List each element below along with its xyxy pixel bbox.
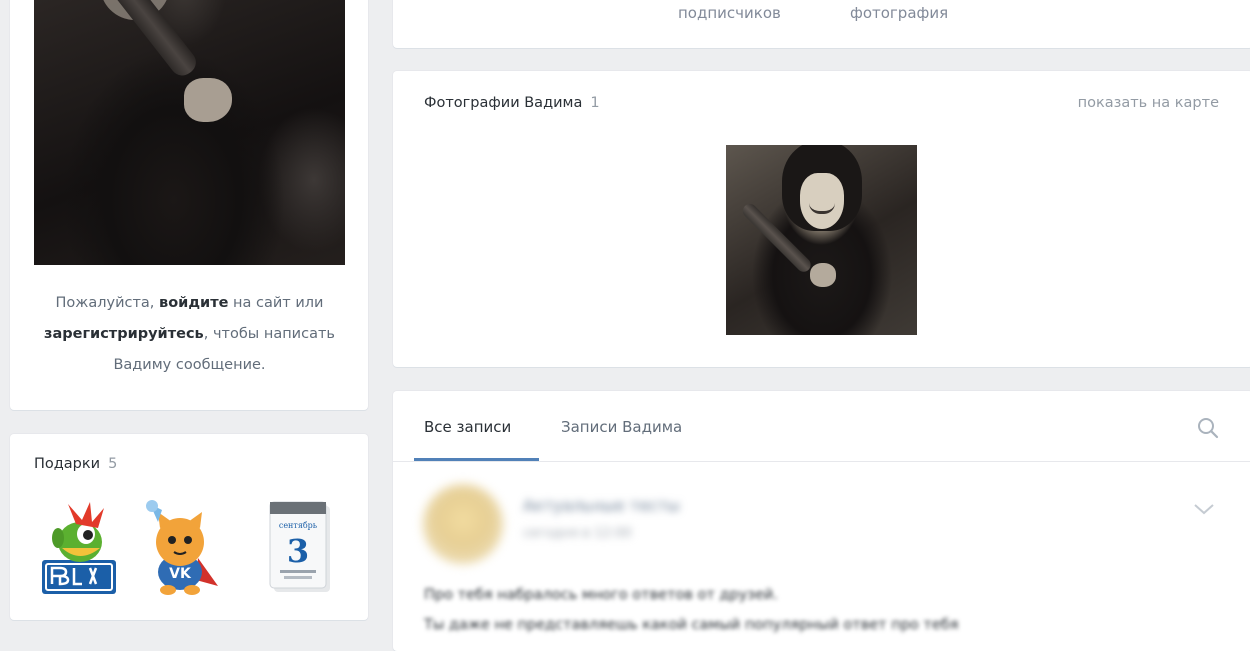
murloc-blizzcon-gift-icon[interactable] (38, 498, 120, 598)
register-link[interactable]: зарегистрируйтесь (44, 326, 204, 342)
followers-counter-label[interactable]: подписчиков (678, 4, 781, 22)
login-prompt-text: Пожалуйста, (55, 295, 160, 311)
gifts-header[interactable]: Подарки 5 (34, 456, 117, 472)
show-on-map-link[interactable]: показать на карте (1078, 95, 1219, 111)
photos-count: 1 (590, 95, 600, 111)
search-icon[interactable] (1197, 417, 1219, 439)
photos-header[interactable]: Фотографии Вадима 1 (424, 95, 600, 111)
tab-own-posts[interactable]: Записи Вадима (561, 418, 682, 436)
photo-thumbnail[interactable] (726, 145, 917, 335)
login-prompt-text: на сайт или (228, 295, 324, 311)
post-text-line: Про тебя набралось много ответов от друз… (424, 587, 778, 603)
profile-photo[interactable] (34, 0, 345, 265)
wall-post: Актуальные тесты сегодня в 12:00 Про теб… (393, 462, 1250, 651)
post-date[interactable]: сегодня в 12:00 (523, 526, 632, 541)
post-author-name[interactable]: Актуальные тесты (523, 496, 680, 515)
guy-fawkes-mask (800, 173, 844, 229)
tab-all-posts[interactable]: Все записи (424, 418, 511, 436)
wall-tabs: Все записи Записи Вадима (393, 391, 1250, 462)
svg-text:VK: VK (169, 566, 192, 582)
login-link[interactable]: войдите (159, 295, 228, 311)
photos-card: Фотографии Вадима 1 показать на карте (393, 71, 1250, 367)
profile-avatar-card: Пожалуйста, войдите на сайт или зарегист… (10, 0, 368, 410)
gifts-title: Подарки (34, 456, 101, 472)
login-prompt: Пожалуйста, войдите на сайт или зарегист… (34, 288, 345, 381)
calendar-month-label: сентябрь (279, 521, 318, 530)
post-text-line: Ты даже не представляешь какой самый поп… (424, 617, 959, 633)
hand (810, 263, 836, 287)
post-text: Про тебя набралось много ответов от друз… (424, 580, 958, 640)
hand (184, 78, 232, 122)
gifts-count: 5 (108, 456, 118, 472)
photos-title: Фотографии Вадима (424, 95, 583, 111)
vk-cat-superhero-gift-icon[interactable]: VK (138, 498, 220, 598)
baseball-bat (94, 0, 201, 81)
profile-counters-card: подписчиков фотография (393, 0, 1250, 48)
active-tab-indicator (414, 458, 539, 461)
gifts-card: Подарки 5 VK сентябрь 3 (10, 434, 368, 620)
post-author-avatar[interactable] (423, 484, 503, 564)
wall-card: Все записи Записи Вадима Актуальные тест… (393, 391, 1250, 651)
photos-counter-label[interactable]: фотография (850, 4, 948, 22)
calendar-day-label: 3 (287, 532, 309, 570)
chevron-down-icon[interactable] (1193, 502, 1215, 516)
calendar-september-3-gift-icon[interactable]: сентябрь 3 (258, 498, 340, 598)
